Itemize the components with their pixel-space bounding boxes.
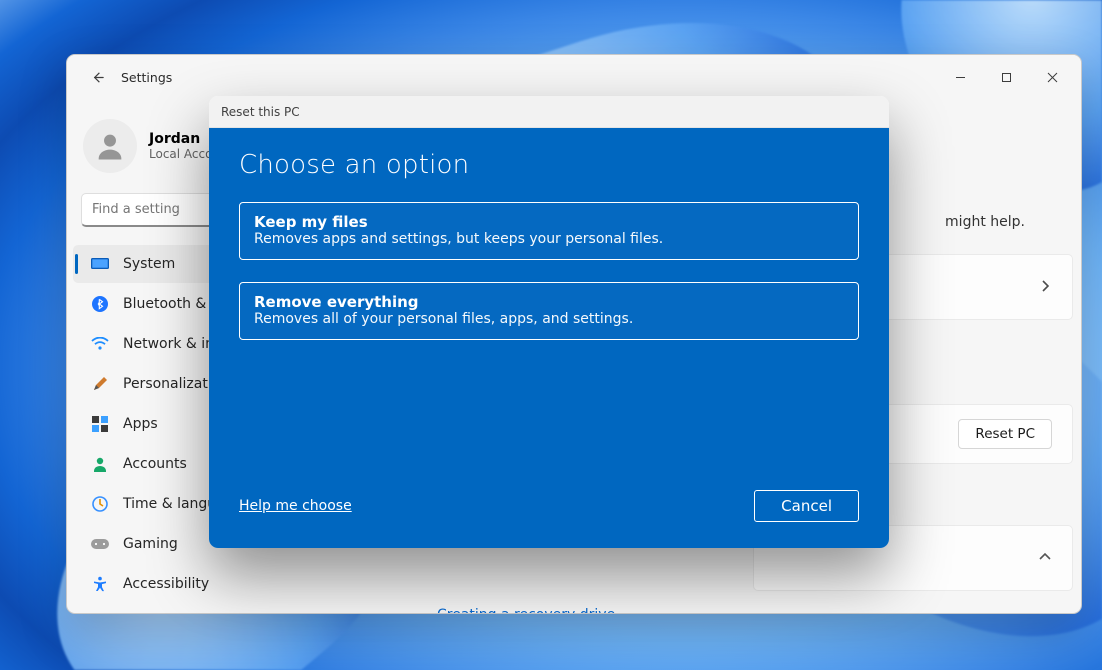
sidebar-item-label: System xyxy=(123,256,175,272)
system-icon xyxy=(91,255,109,273)
help-me-choose-link[interactable]: Help me choose xyxy=(239,498,352,514)
accessibility-icon xyxy=(91,575,109,593)
sidebar-item-label: Accessibility xyxy=(123,576,209,592)
dialog-heading: Choose an option xyxy=(239,150,859,180)
minimize-button[interactable] xyxy=(937,60,983,94)
reset-this-pc-dialog: Reset this PC Choose an option Keep my f… xyxy=(209,96,889,548)
sidebar-item-label: Gaming xyxy=(123,536,178,552)
chevron-right-icon xyxy=(1038,278,1052,297)
titlebar: Settings xyxy=(67,55,1081,99)
cancel-button[interactable]: Cancel xyxy=(754,490,859,522)
maximize-button[interactable] xyxy=(983,60,1029,94)
minimize-icon xyxy=(955,72,966,83)
recovery-hint: might help. xyxy=(945,214,1025,230)
person-icon xyxy=(93,129,127,163)
gaming-icon xyxy=(91,535,109,553)
chevron-up-icon xyxy=(1038,549,1052,568)
bluetooth-icon xyxy=(91,295,109,313)
wifi-icon xyxy=(91,335,109,353)
option-remove-everything[interactable]: Remove everything Removes all of your pe… xyxy=(239,282,859,340)
sidebar-item-accessibility[interactable]: Accessibility xyxy=(73,565,371,603)
option-title: Remove everything xyxy=(254,293,844,311)
avatar xyxy=(83,119,137,173)
window-title: Settings xyxy=(121,70,172,85)
close-icon xyxy=(1047,72,1058,83)
reset-pc-button[interactable]: Reset PC xyxy=(958,419,1052,449)
option-subtitle: Removes apps and settings, but keeps you… xyxy=(254,231,844,247)
clock-globe-icon xyxy=(91,495,109,513)
accounts-icon xyxy=(91,455,109,473)
close-button[interactable] xyxy=(1029,60,1075,94)
sidebar-item-label: Apps xyxy=(123,416,158,432)
sidebar-item-label: Accounts xyxy=(123,456,187,472)
option-title: Keep my files xyxy=(254,213,844,231)
option-keep-my-files[interactable]: Keep my files Removes apps and settings,… xyxy=(239,202,859,260)
apps-icon xyxy=(91,415,109,433)
dialog-caption: Reset this PC xyxy=(209,96,889,128)
maximize-icon xyxy=(1001,72,1012,83)
back-button[interactable] xyxy=(83,63,111,91)
paintbrush-icon xyxy=(91,375,109,393)
related-link-recovery-drive[interactable]: Creating a recovery drive xyxy=(437,607,615,614)
arrow-left-icon xyxy=(90,70,105,85)
option-subtitle: Removes all of your personal files, apps… xyxy=(254,311,844,327)
